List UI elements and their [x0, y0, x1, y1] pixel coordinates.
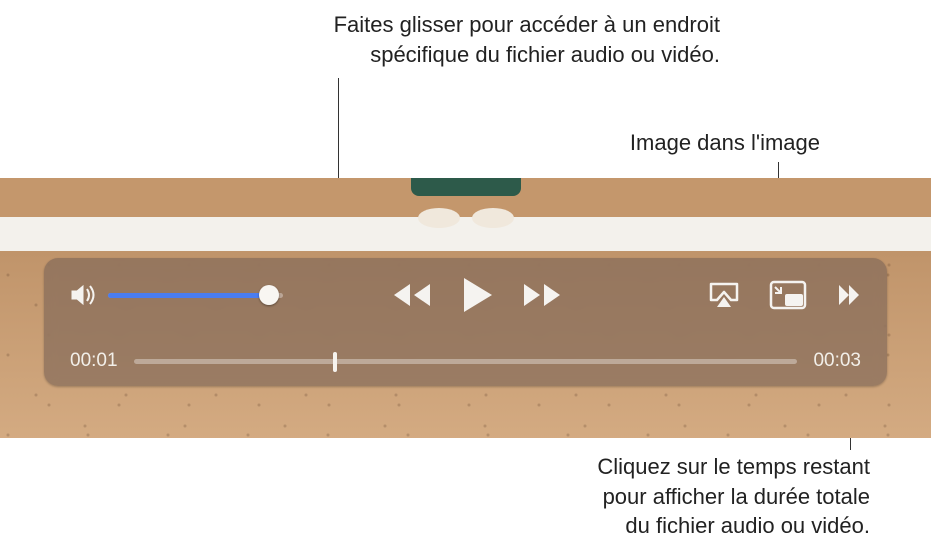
airplay-button[interactable]: [707, 281, 741, 309]
picture-in-picture-button[interactable]: [769, 280, 807, 310]
callout-remaining-text: Cliquez sur le temps restant pour affich…: [597, 454, 870, 538]
controls-row-top: [70, 276, 861, 314]
scrubber-track: [134, 359, 798, 364]
right-controls: [707, 280, 861, 310]
callout-scrub-text: Faites glisser pour accéder à un endroit…: [334, 12, 720, 67]
scrubber[interactable]: [134, 350, 798, 372]
fast-forward-button[interactable]: [520, 280, 564, 310]
callout-remaining: Cliquez sur le temps restant pour affich…: [520, 452, 870, 541]
callout-pip-text: Image dans l'image: [630, 130, 820, 155]
playback-controls: 00:01 00:03: [44, 258, 887, 386]
scrubber-playhead[interactable]: [333, 352, 337, 372]
volume-icon[interactable]: [70, 283, 98, 307]
volume-fill: [108, 293, 262, 298]
video-figure: [376, 178, 556, 248]
volume-slider[interactable]: [108, 285, 283, 305]
callout-pip: Image dans l'image: [560, 128, 820, 158]
play-button[interactable]: [460, 276, 494, 314]
volume-group: [70, 283, 310, 307]
transport-controls: [390, 276, 564, 314]
current-time: 00:01: [70, 350, 118, 372]
controls-row-bottom: 00:01 00:03: [70, 350, 861, 372]
expand-button[interactable]: [835, 282, 861, 308]
rewind-button[interactable]: [390, 280, 434, 310]
remaining-time[interactable]: 00:03: [813, 350, 861, 372]
callout-scrub: Faites glisser pour accéder à un endroit…: [280, 10, 720, 69]
volume-knob[interactable]: [259, 285, 279, 305]
